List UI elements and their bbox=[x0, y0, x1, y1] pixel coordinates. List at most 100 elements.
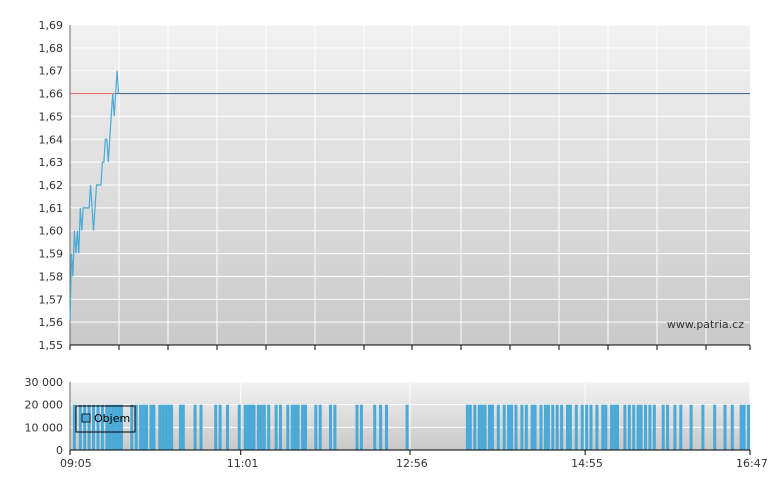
price-y-tick-label: 1,58 bbox=[39, 270, 64, 283]
volume-bar bbox=[604, 404, 608, 450]
price-y-tick-label: 1,61 bbox=[39, 202, 64, 215]
volume-bar bbox=[262, 404, 266, 450]
volume-bar bbox=[636, 404, 640, 450]
volume-panel: 0 10 000 20 000 30 000 09:05 11:01 12:56 14:55 1… bbox=[25, 376, 768, 470]
volume-bar bbox=[533, 404, 537, 450]
volume-bar bbox=[373, 404, 377, 450]
volume-bar bbox=[164, 404, 168, 450]
price-y-tick-label: 1,67 bbox=[39, 65, 64, 78]
volume-bar bbox=[130, 404, 134, 450]
volume-bar bbox=[730, 404, 734, 450]
price-y-tick-label: 1,62 bbox=[39, 179, 64, 192]
volume-bar bbox=[610, 404, 614, 450]
volume-bar bbox=[477, 404, 481, 450]
volume-bar bbox=[473, 404, 477, 450]
volume-bar bbox=[580, 404, 584, 450]
volume-bar bbox=[355, 404, 359, 450]
price-y-tick-label: 1,69 bbox=[39, 19, 64, 32]
price-y-tick-label: 1,68 bbox=[39, 42, 64, 55]
volume-bar bbox=[78, 404, 82, 450]
volume-bar bbox=[661, 404, 665, 450]
volume-bar bbox=[644, 404, 647, 450]
volume-bar bbox=[139, 404, 143, 450]
volume-bar bbox=[666, 404, 670, 450]
volume-bar bbox=[524, 404, 528, 450]
volume-bar bbox=[333, 404, 337, 450]
volume-bar bbox=[543, 404, 547, 450]
volume-bar bbox=[318, 404, 322, 450]
volume-bar bbox=[539, 404, 543, 450]
volume-bar bbox=[359, 404, 363, 450]
price-y-tick-label: 1,60 bbox=[39, 225, 64, 238]
volume-bar bbox=[279, 404, 282, 450]
volume-bar bbox=[490, 404, 494, 450]
volume-bar bbox=[259, 404, 263, 450]
volume-bar bbox=[290, 404, 294, 450]
volume-bar bbox=[514, 404, 518, 450]
volume-bar bbox=[639, 404, 643, 450]
volume-bar bbox=[648, 404, 652, 450]
volume-bar bbox=[405, 404, 409, 450]
volume-bar bbox=[145, 404, 148, 450]
price-y-tick-label: 1,64 bbox=[39, 133, 64, 146]
volume-bar bbox=[627, 404, 631, 450]
volume-bar bbox=[601, 404, 605, 450]
volume-bar bbox=[293, 404, 297, 450]
volume-bar bbox=[152, 404, 156, 450]
volume-bar bbox=[226, 404, 229, 450]
watermark-text: www.patria.cz bbox=[667, 318, 744, 331]
volume-bar bbox=[142, 404, 146, 450]
volume-bar bbox=[507, 404, 511, 450]
volume-bar bbox=[551, 404, 555, 450]
volume-bar bbox=[246, 404, 250, 450]
volume-bar bbox=[256, 404, 260, 450]
volume-bar bbox=[632, 404, 636, 450]
price-y-tick-label: 1,59 bbox=[39, 248, 64, 261]
price-y-tick-label: 1,55 bbox=[39, 339, 64, 352]
volume-x-tick-label: 16:47 bbox=[736, 457, 768, 470]
volume-bar bbox=[468, 404, 472, 450]
volume-bar bbox=[304, 404, 307, 450]
volume-bar bbox=[652, 404, 656, 450]
volume-bar bbox=[480, 404, 484, 450]
volume-bar bbox=[249, 404, 253, 450]
volume-bar bbox=[679, 404, 683, 450]
volume-x-tick-label: 09:05 bbox=[60, 457, 92, 470]
volume-bar bbox=[161, 404, 165, 450]
volume-bar bbox=[252, 404, 256, 450]
volume-y-tick-label: 0 bbox=[56, 444, 63, 457]
volume-bar bbox=[595, 404, 599, 450]
volume-bar bbox=[616, 404, 619, 450]
volume-x-tick-label: 14:55 bbox=[571, 457, 603, 470]
legend-label: Objem bbox=[94, 412, 130, 425]
volume-bar bbox=[701, 404, 705, 450]
price-panel: 1,55 1,56 1,57 1,58 1,59 1,60 1,61 1,62 1,63 1,64… bbox=[39, 19, 751, 352]
volume-bar bbox=[510, 404, 514, 450]
volume-bar bbox=[385, 404, 388, 450]
volume-bar bbox=[546, 404, 550, 450]
volume-y-tick-label: 10 000 bbox=[25, 421, 64, 434]
volume-bar bbox=[379, 404, 383, 450]
volume-bar bbox=[296, 404, 300, 450]
volume-bar bbox=[237, 404, 241, 450]
volume-x-tick-label: 12:56 bbox=[396, 457, 428, 470]
price-y-tick-label: 1,57 bbox=[39, 293, 64, 306]
volume-bar bbox=[170, 404, 174, 450]
volume-bar bbox=[739, 404, 743, 450]
volume-bar bbox=[149, 404, 153, 450]
volume-x-tick-label: 11:01 bbox=[227, 457, 259, 470]
volume-bar bbox=[520, 404, 524, 450]
volume-bar bbox=[158, 404, 162, 450]
volume-bar bbox=[214, 404, 218, 450]
volume-bar bbox=[689, 404, 693, 450]
volume-bar bbox=[713, 404, 717, 450]
volume-bar bbox=[83, 404, 87, 450]
volume-bar bbox=[301, 404, 305, 450]
volume-bar bbox=[274, 404, 278, 450]
volume-bar bbox=[193, 404, 197, 450]
volume-bar bbox=[589, 404, 593, 450]
volume-bar bbox=[314, 404, 318, 450]
volume-y-tick-label: 30 000 bbox=[25, 376, 64, 389]
volume-bar bbox=[613, 404, 617, 450]
volume-bar bbox=[560, 404, 564, 450]
